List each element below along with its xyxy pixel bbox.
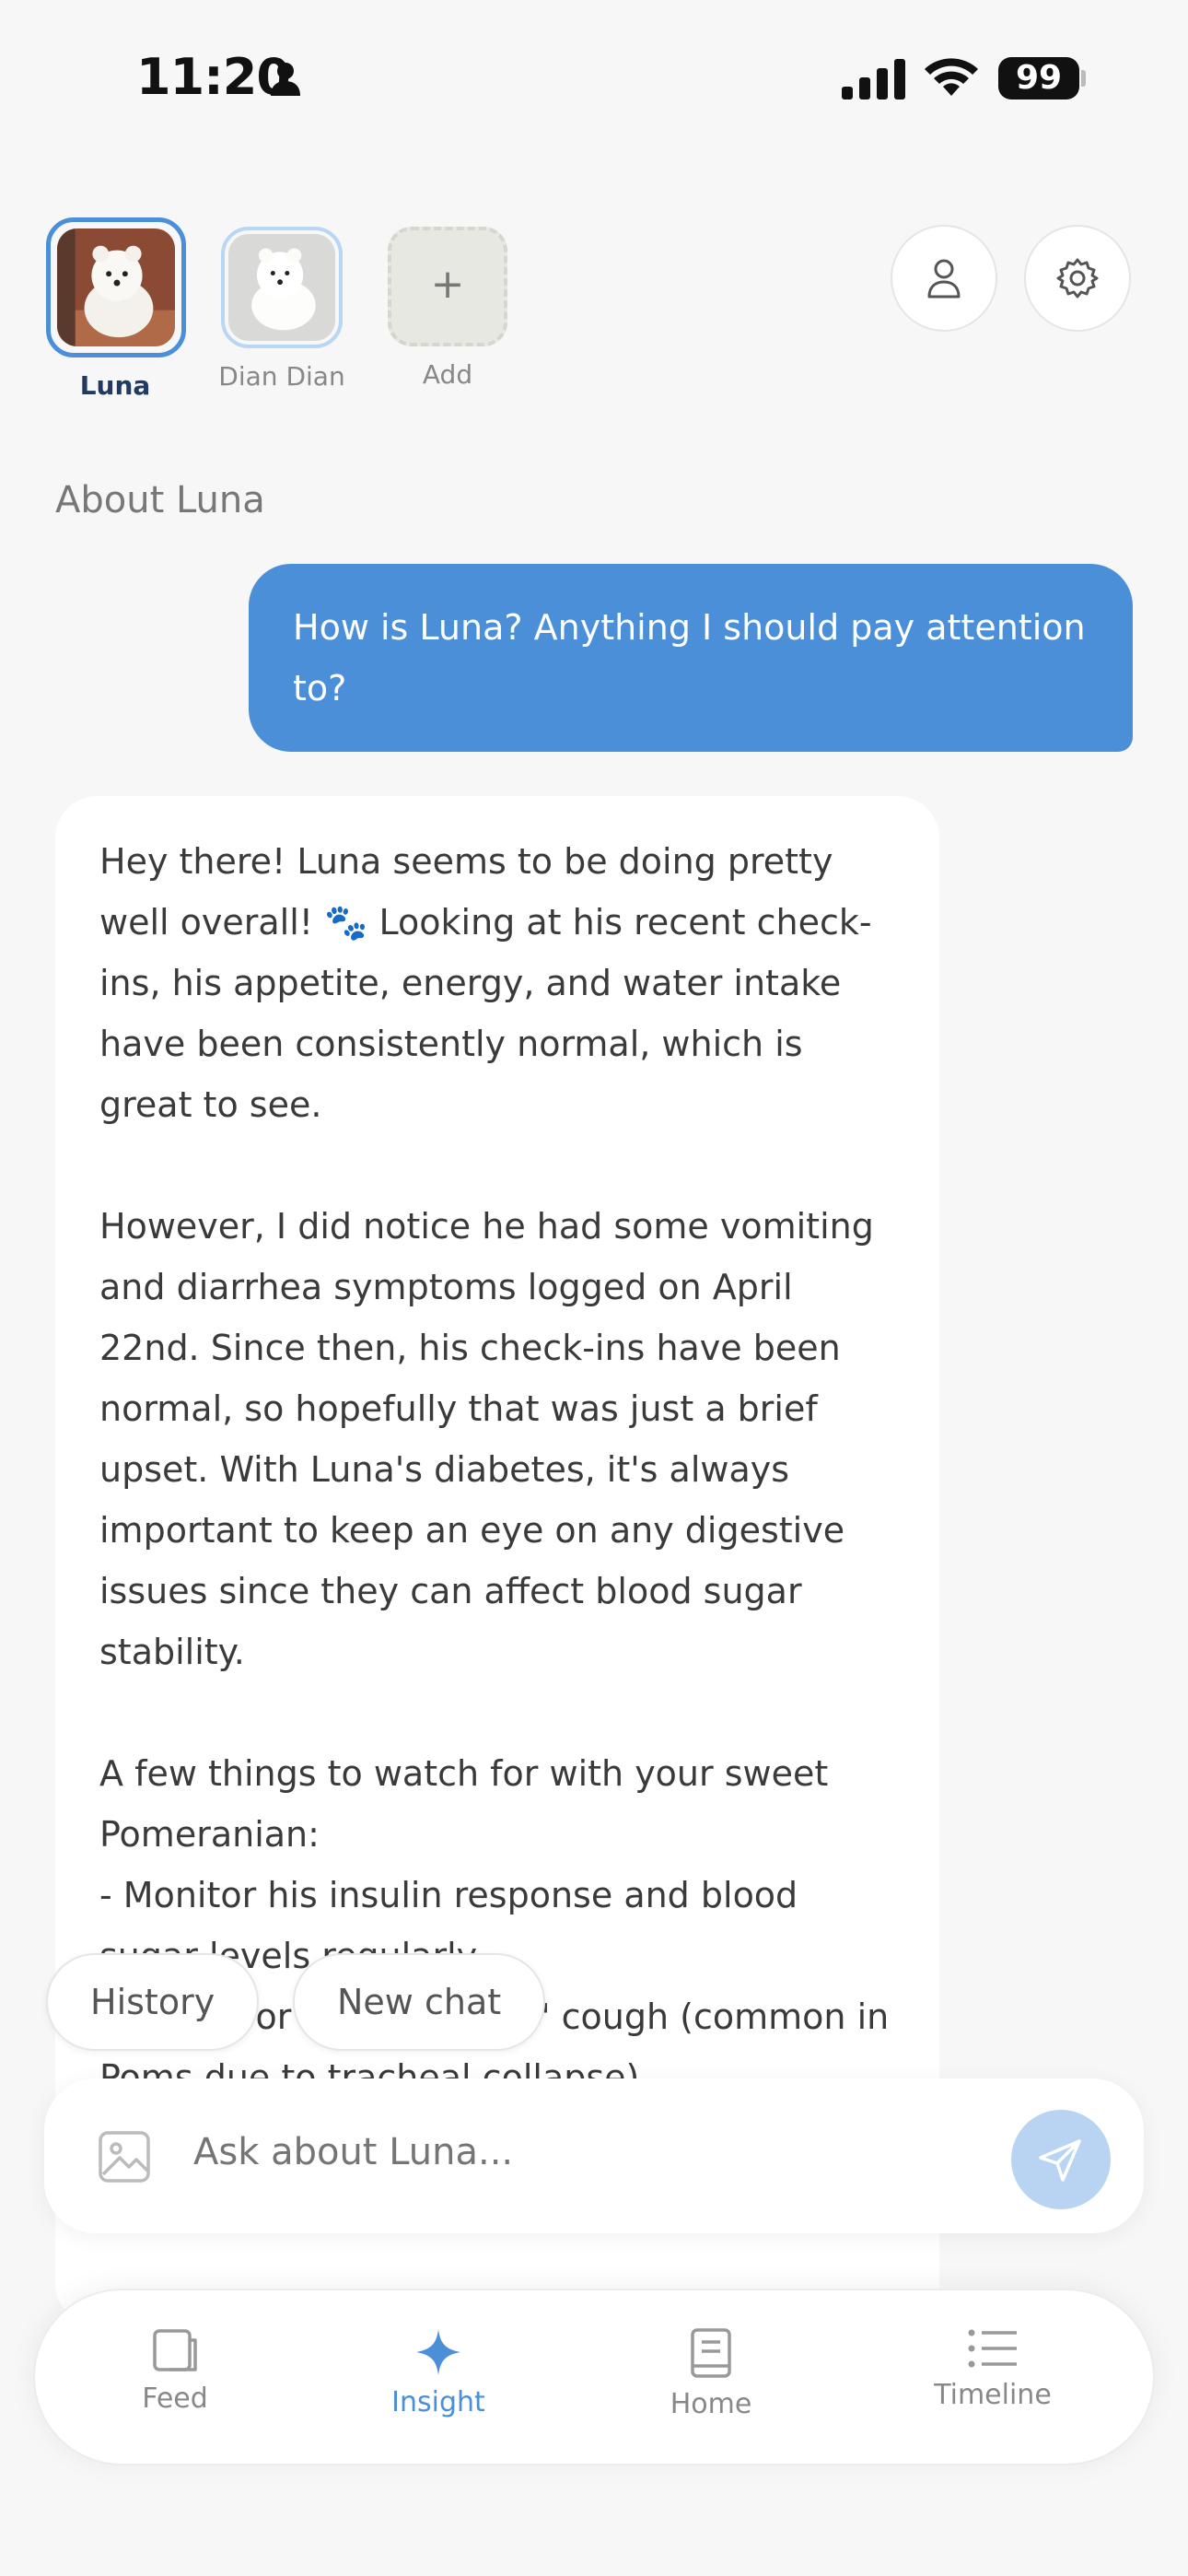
- settings-button[interactable]: [1024, 225, 1131, 332]
- pet-avatar-ring: [221, 227, 343, 348]
- add-pet-label: Add: [422, 359, 473, 390]
- battery-indicator: 99: [998, 57, 1079, 100]
- status-time: 11:20: [136, 48, 291, 106]
- pet-avatar-ring: [46, 217, 186, 357]
- history-button[interactable]: History: [46, 1953, 260, 2051]
- pet-name-luna: Luna: [79, 370, 151, 401]
- user-message-bubble: How is Luna? Anything I should pay atten…: [249, 564, 1133, 752]
- assistant-paragraph: A few things to watch for with your swee…: [99, 1753, 890, 2098]
- pet-photo-dian-dian: [228, 234, 335, 341]
- assistant-paragraph: Hey there! Luna seems to be doing pretty…: [99, 841, 872, 1125]
- dog-photo: [228, 234, 335, 341]
- nav-timeline[interactable]: Timeline: [901, 2327, 1085, 2411]
- chat-input[interactable]: [192, 2130, 987, 2174]
- wifi-icon: [925, 58, 978, 96]
- assistant-paragraph: However, I did notice he had some vomiti…: [99, 1206, 874, 1672]
- nav-timeline-label: Timeline: [934, 2379, 1052, 2411]
- battery-cap: [1081, 70, 1086, 87]
- gear-icon: [1056, 258, 1099, 299]
- nav-feed[interactable]: Feed: [83, 2327, 267, 2415]
- nav-insight[interactable]: Insight: [346, 2327, 530, 2418]
- profile-button[interactable]: [891, 225, 997, 332]
- plus-icon: +: [388, 227, 507, 346]
- nav-home[interactable]: Home: [619, 2327, 803, 2420]
- image-upload-icon[interactable]: [98, 2130, 151, 2184]
- book-icon: [691, 2328, 731, 2378]
- new-chat-button[interactable]: New chat: [293, 1953, 546, 2051]
- nav-insight-label: Insight: [391, 2386, 485, 2418]
- user-icon: [927, 259, 961, 299]
- nav-home-label: Home: [670, 2388, 752, 2420]
- pet-photo-luna: [57, 228, 175, 346]
- list-icon: [968, 2329, 1017, 2368]
- cellular-signal-icon: [842, 59, 905, 100]
- pet-name-dian-dian: Dian Dian: [218, 361, 345, 392]
- chat-input-bar: [44, 2078, 1144, 2233]
- user-message-text: How is Luna? Anything I should pay atten…: [293, 607, 1086, 708]
- section-title: About Luna: [55, 479, 265, 521]
- pet-tab-dian-dian[interactable]: Dian Dian: [213, 217, 351, 392]
- send-icon: [1039, 2139, 1081, 2182]
- feed-icon: [153, 2329, 197, 2371]
- add-pet-button[interactable]: + Add: [379, 217, 517, 390]
- sparkle-icon: [416, 2329, 460, 2375]
- person-icon: [271, 63, 300, 96]
- pet-tab-luna[interactable]: Luna: [46, 217, 186, 401]
- send-button[interactable]: [1011, 2110, 1111, 2209]
- bottom-nav: Feed Insight Home Timeline: [33, 2289, 1155, 2465]
- nav-feed-label: Feed: [142, 2383, 208, 2415]
- dog-photo: [57, 228, 175, 346]
- status-bar: 11:20 99: [0, 0, 1188, 138]
